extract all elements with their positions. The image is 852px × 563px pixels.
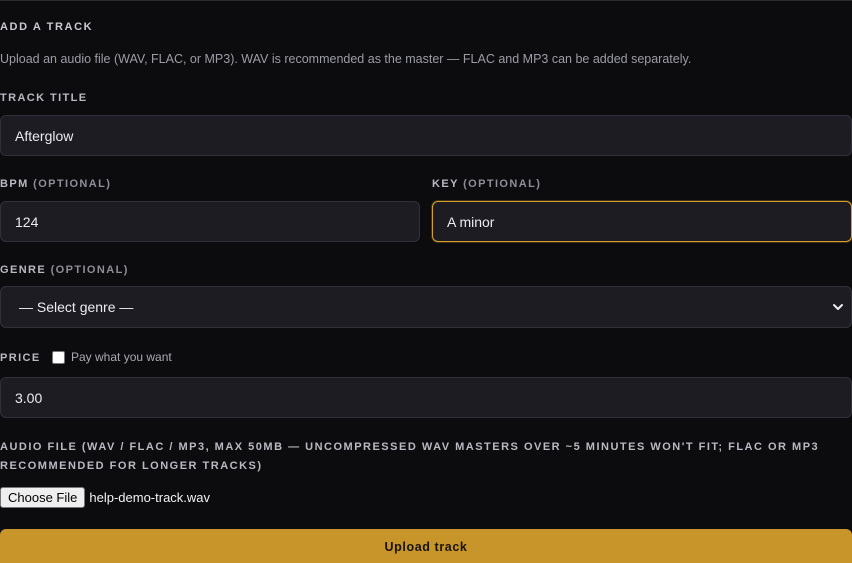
bpm-label: BPM (OPTIONAL): [0, 178, 111, 190]
pwyw-checkbox[interactable]: [52, 350, 65, 364]
upload-track-button[interactable]: Upload track: [0, 529, 852, 563]
track-title-input[interactable]: [0, 115, 852, 156]
genre-selected-value: — Select genre —: [19, 299, 134, 315]
audio-file-label: AUDIO FILE (WAV / FLAC / MP3, MAX 50MB —…: [0, 441, 820, 472]
bpm-optional-text: (OPTIONAL): [33, 178, 112, 190]
choose-file-button[interactable]: Choose File: [0, 487, 86, 508]
chevron-down-icon: [833, 304, 843, 310]
genre-label-text: GENRE: [0, 264, 47, 276]
bpm-label-text: BPM: [0, 178, 29, 190]
help-text: Upload an audio file (WAV, FLAC, or MP3)…: [0, 52, 692, 66]
pwyw-option[interactable]: Pay what you want: [52, 350, 172, 364]
key-label: KEY (OPTIONAL): [432, 178, 541, 190]
add-track-form: ADD A TRACK Upload an audio file (WAV, F…: [0, 0, 852, 563]
selected-file-name: help-demo-track.wav: [89, 490, 211, 505]
price-label: PRICE: [0, 352, 41, 364]
genre-optional-text: (OPTIONAL): [50, 264, 129, 276]
bpm-input[interactable]: [0, 201, 420, 242]
section-title: ADD A TRACK: [0, 21, 94, 33]
track-title-label: TRACK TITLE: [0, 92, 88, 104]
genre-select[interactable]: — Select genre —: [0, 286, 852, 328]
file-picker: Choose File help-demo-track.wav: [0, 487, 210, 508]
key-label-text: KEY: [432, 178, 459, 190]
price-input[interactable]: [0, 377, 852, 418]
key-optional-text: (OPTIONAL): [463, 178, 542, 190]
pwyw-label[interactable]: Pay what you want: [71, 350, 172, 364]
key-input[interactable]: [432, 201, 852, 242]
genre-label: GENRE (OPTIONAL): [0, 264, 129, 276]
